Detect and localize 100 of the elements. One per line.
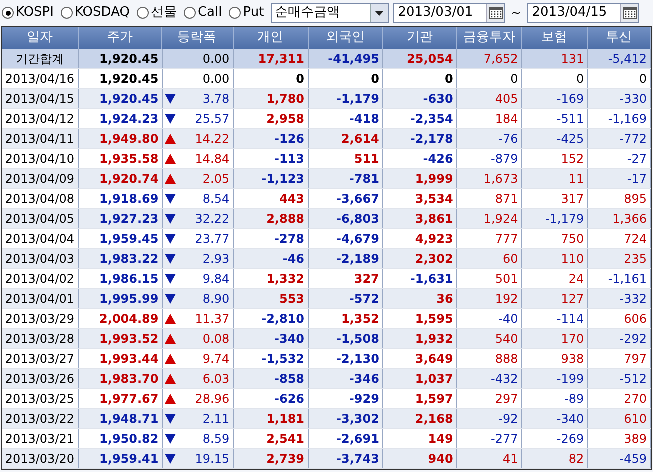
market-radio[interactable]: 선물	[136, 3, 177, 23]
value-cell-text: -2,189	[336, 250, 380, 268]
value-cell-text: 871	[495, 190, 518, 208]
value-cell-text: 2,888	[266, 210, 305, 228]
value-cell-text: 389	[624, 430, 648, 448]
value-cell-text: -772	[620, 130, 648, 148]
market-radio[interactable]: KOSPI	[2, 3, 54, 23]
value-cell-text: 777	[495, 230, 518, 248]
value-cell-text: 25,054	[407, 50, 454, 68]
value-cell-text: 888	[495, 350, 518, 368]
value-cell-text: 2,541	[266, 430, 305, 448]
value-cell-text: -512	[620, 370, 648, 388]
value-cell-text: 501	[495, 270, 518, 288]
date-cell-text: 2013/03/29	[5, 310, 75, 328]
change-cell-text: 14.84	[195, 150, 230, 168]
value-cell-text: -41,495	[328, 50, 380, 68]
change-cell-text: 0.00	[202, 50, 230, 68]
change-cell-text: 8.54	[202, 190, 230, 208]
value-cell-text: 940	[428, 450, 454, 468]
value-cell-text: 0	[639, 70, 648, 88]
date-cell-text: 2013/04/15	[5, 90, 75, 108]
change-cell-text: 2.93	[202, 250, 230, 268]
date-cell-text: 2013/03/21	[5, 430, 75, 448]
date-cell-text: 2013/03/27	[5, 350, 75, 368]
value-cell-text: -126	[274, 130, 305, 148]
start-date-field[interactable]: 2013/03/01	[393, 3, 506, 23]
value-cell-text: 0	[444, 70, 454, 88]
calendar-icon[interactable]	[622, 7, 637, 19]
value-cell-text: -17	[627, 170, 648, 188]
change-cell-text: 25.57	[195, 110, 230, 128]
value-cell-text: 797	[624, 350, 648, 368]
value-cell-text: 1,332	[266, 270, 305, 288]
value-cell-text: -3,302	[336, 410, 380, 428]
range-separator: ~	[510, 5, 522, 22]
date-cell-text: 2013/04/04	[5, 230, 75, 248]
value-cell-text: 297	[495, 390, 518, 408]
change-cell-text: 11.37	[195, 310, 230, 328]
value-cell-text: -114	[556, 310, 584, 328]
price-cell-text: 1,986.15	[100, 270, 159, 288]
value-cell-text: 1,181	[266, 410, 305, 428]
value-cell-text: 1,366	[612, 210, 648, 228]
value-cell-text: -46	[282, 250, 305, 268]
value-cell-text: 2,958	[266, 110, 305, 128]
value-cell-text: 82	[568, 450, 584, 468]
value-cell-text: 1,999	[415, 170, 454, 188]
value-cell-text: 1,932	[415, 330, 454, 348]
date-cell-text: 2013/04/05	[5, 210, 75, 228]
value-cell-text: 3,534	[415, 190, 454, 208]
date-cell-text: 2013/03/22	[5, 410, 75, 428]
value-cell-text: -199	[556, 370, 584, 388]
price-cell-text: 1,918.69	[100, 190, 159, 208]
date-cell-text: 2013/03/28	[5, 330, 75, 348]
calendar-icon[interactable]	[488, 7, 503, 19]
value-cell-text: -2,810	[262, 310, 305, 328]
value-cell-text: 511	[354, 150, 380, 168]
market-radio[interactable]: Call	[184, 3, 222, 23]
change-cell-text: 19.15	[195, 450, 230, 468]
value-cell-text: 0	[296, 70, 305, 88]
price-cell-text: 1,950.82	[100, 430, 159, 448]
value-cell-text: -858	[274, 370, 305, 388]
market-radio[interactable]: Put	[229, 3, 264, 23]
value-cell-text: -330	[620, 90, 648, 108]
date-cell-text: 2013/04/09	[5, 170, 75, 188]
price-cell-text: 1,995.99	[100, 290, 159, 308]
dropdown-caret-icon	[375, 10, 384, 16]
value-cell-text: 1,037	[415, 370, 454, 388]
value-cell-text: -418	[349, 110, 380, 128]
price-cell-text: 1,993.52	[100, 330, 159, 348]
value-cell-text: 724	[624, 230, 648, 248]
date-cell-text: 기간합계	[16, 50, 64, 68]
change-cell-text: 2.11	[202, 410, 230, 428]
value-cell-text: 7,652	[484, 50, 518, 68]
price-cell-text: 1,993.44	[100, 350, 159, 368]
value-cell-text: 2,168	[415, 410, 454, 428]
price-cell-text: 1,927.23	[100, 210, 159, 228]
amount-type-dropdown[interactable]: 순매수금액	[271, 3, 390, 23]
value-cell-text: 270	[624, 390, 648, 408]
value-cell-text: 36	[436, 290, 454, 308]
value-cell-text: -76	[498, 130, 518, 148]
value-cell-text: -879	[490, 150, 518, 168]
market-radio[interactable]: KOSDAQ	[60, 3, 130, 23]
change-cell-text: 2.05	[202, 170, 230, 188]
change-cell-text: 28.96	[195, 390, 230, 408]
value-cell-text: 192	[495, 290, 518, 308]
price-cell-text: 1,920.45	[100, 90, 159, 108]
value-cell-text: -1,179	[336, 90, 380, 108]
value-cell-text: -92	[498, 410, 518, 428]
value-cell-text: -459	[620, 450, 648, 468]
value-cell-text: 152	[561, 150, 584, 168]
value-cell-text: 2,739	[266, 450, 305, 468]
date-cell-text: 2013/04/11	[5, 130, 75, 148]
value-cell-text: -292	[620, 330, 648, 348]
date-cell-text: 2013/04/08	[5, 190, 75, 208]
value-cell-text: -2,354	[410, 110, 454, 128]
date-cell-text: 2013/04/02	[5, 270, 75, 288]
change-cell-text: 0.00	[202, 70, 230, 88]
date-cell-text: 2013/03/20	[5, 450, 75, 468]
price-cell-text: 1,920.74	[100, 170, 159, 188]
end-date-field[interactable]: 2013/04/15	[527, 3, 640, 23]
value-cell-text: -425	[556, 130, 584, 148]
